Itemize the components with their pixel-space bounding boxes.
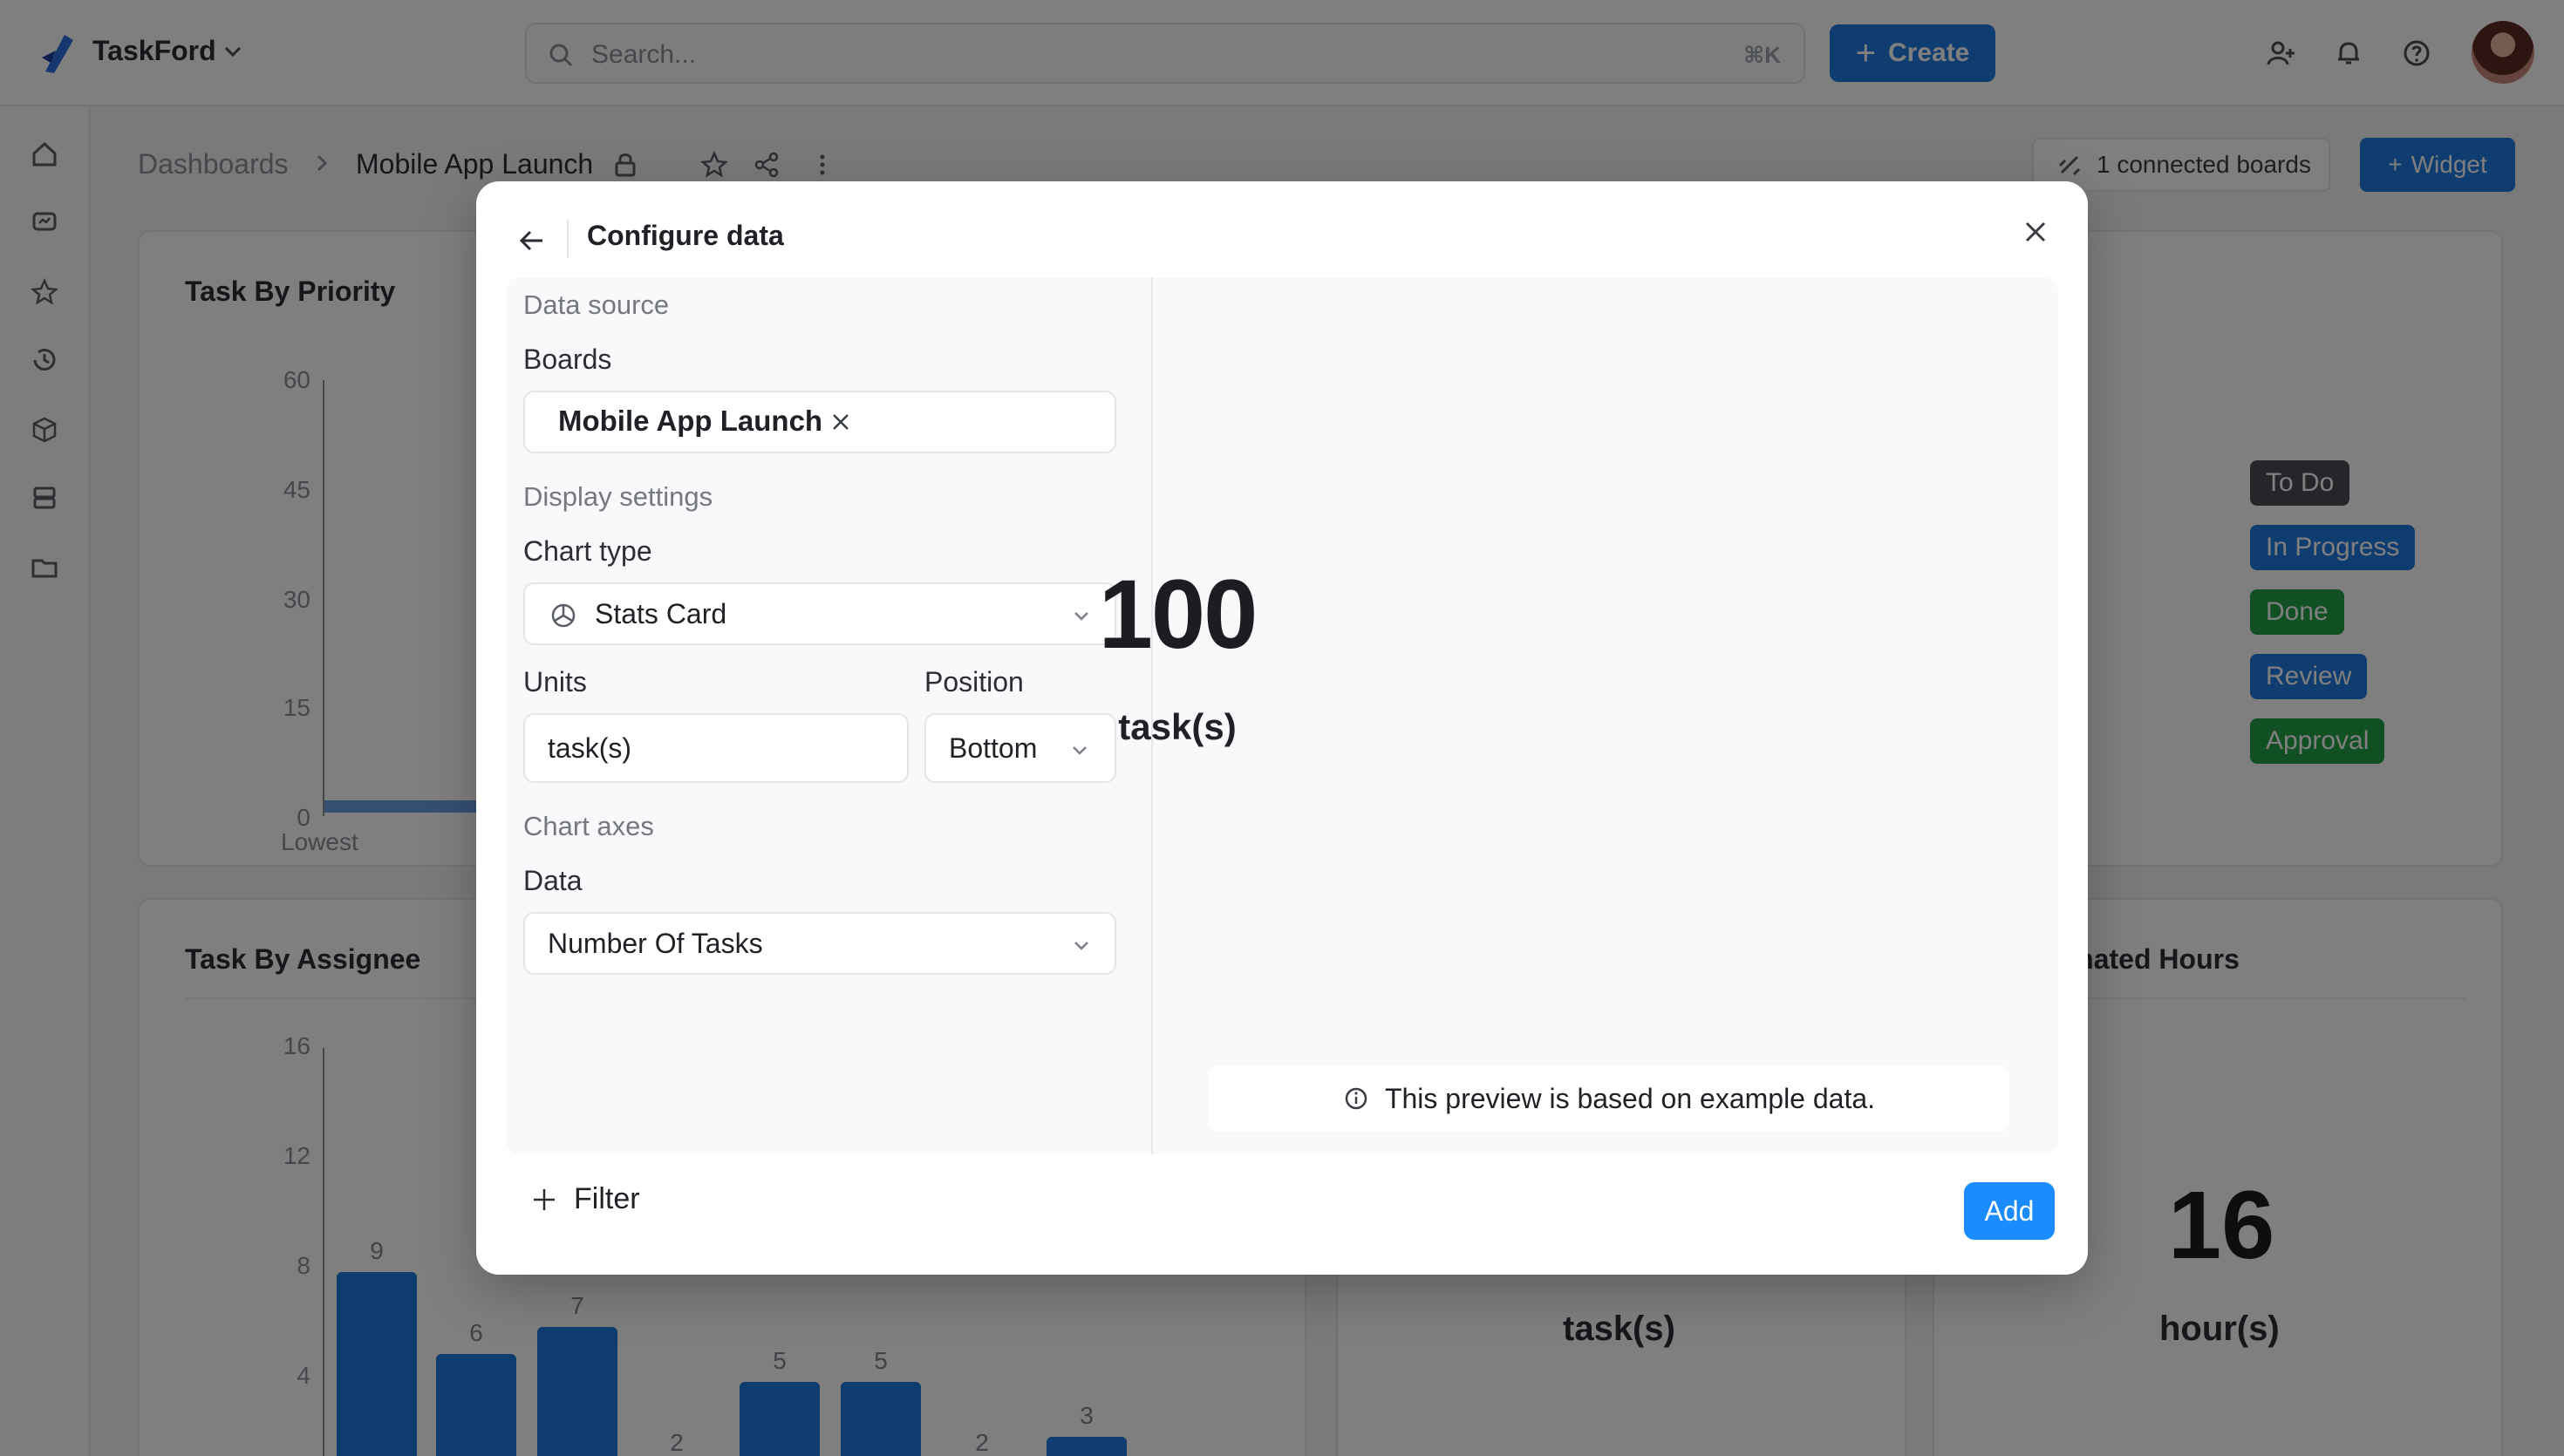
units-input[interactable]: task(s) <box>523 713 909 783</box>
boards-select[interactable]: Mobile App Launch <box>523 391 1116 453</box>
chart-type-value: Stats Card <box>595 598 727 629</box>
preview-stat-unit: task(s) <box>1118 706 1237 747</box>
add-filter-button[interactable]: Filter <box>530 1182 640 1216</box>
preview-note-text: This preview is based on example data. <box>1384 1082 1876 1114</box>
chevron-down-icon <box>1074 942 1088 950</box>
preview-stat-value: 100 <box>1098 560 1258 669</box>
close-icon[interactable] <box>2018 214 2053 249</box>
position-label: Position <box>924 666 1024 697</box>
pie-chart-icon <box>551 603 576 628</box>
chart-axes-heading: Chart axes <box>523 811 654 841</box>
filter-label: Filter <box>574 1182 640 1215</box>
modal-title: Configure data <box>587 220 784 251</box>
display-settings-heading: Display settings <box>523 481 713 512</box>
title-divider <box>567 220 569 258</box>
board-chip: Mobile App Launch <box>558 405 823 437</box>
data-source-heading: Data source <box>523 289 670 320</box>
chart-type-label: Chart type <box>523 535 652 567</box>
add-button[interactable]: Add <box>1964 1182 2055 1240</box>
boards-label: Boards <box>523 344 612 375</box>
data-value: Number Of Tasks <box>548 928 763 959</box>
data-label: Data <box>523 865 583 896</box>
units-value: task(s) <box>548 732 631 764</box>
preview-note: This preview is based on example data. <box>1209 1065 2009 1132</box>
remove-board-icon[interactable] <box>827 408 855 436</box>
plus-icon <box>534 1188 555 1210</box>
info-icon <box>1345 1087 1367 1110</box>
arrow-left-icon[interactable] <box>515 223 549 258</box>
data-select[interactable]: Number Of Tasks <box>523 912 1116 975</box>
units-label: Units <box>523 666 587 697</box>
